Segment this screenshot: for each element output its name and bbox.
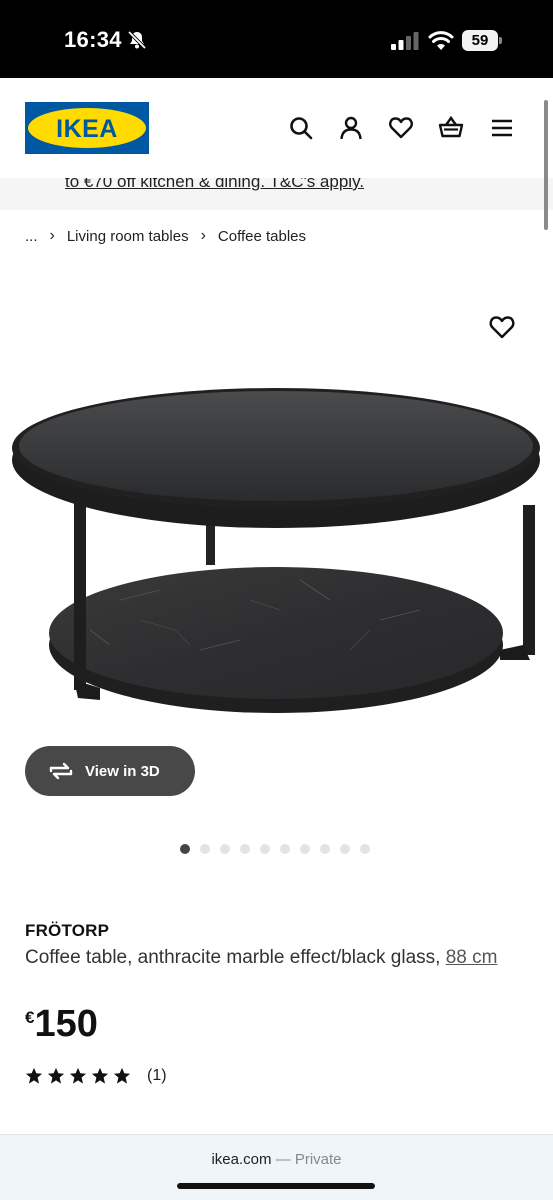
star-icon — [113, 1067, 131, 1084]
review-count[interactable]: (1) — [147, 1067, 167, 1085]
product-name[interactable]: FRÖTORP — [25, 921, 109, 941]
view-in-3d-label: View in 3D — [85, 762, 160, 780]
price-amount: 150 — [34, 1003, 98, 1045]
rotate-3d-icon — [49, 762, 73, 780]
search-icon[interactable] — [288, 115, 314, 141]
status-time: 16:34 — [64, 27, 122, 52]
promo-link[interactable]: to €70 off kitchen & dining. T&C's apply… — [65, 178, 364, 192]
product-description: Coffee table, anthracite marble effect/b… — [25, 945, 530, 971]
url-domain: ikea.com — [211, 1151, 272, 1168]
chevron-right-icon: › — [49, 227, 55, 244]
gallery-dot[interactable] — [200, 844, 210, 854]
promo-banner[interactable]: to €70 off kitchen & dining. T&C's apply… — [0, 178, 553, 210]
page-scrollbar[interactable] — [544, 100, 548, 230]
favorite-heart-icon[interactable] — [488, 314, 516, 340]
gallery-pagination[interactable] — [180, 844, 370, 854]
gallery-dot[interactable] — [340, 844, 350, 854]
star-icon — [91, 1067, 109, 1084]
svg-text:IKEA: IKEA — [56, 115, 118, 143]
basket-icon[interactable] — [438, 115, 464, 141]
product-rating[interactable]: (1) — [25, 1067, 167, 1085]
battery-level: 59 — [462, 30, 498, 51]
breadcrumb: ... › Living room tables › Coffee tables — [25, 226, 306, 246]
gallery-dot[interactable] — [180, 844, 190, 854]
star-icon — [47, 1067, 65, 1084]
url-separator: — — [271, 1151, 295, 1168]
gallery-dot[interactable] — [240, 844, 250, 854]
battery-icon: 59 — [462, 30, 502, 51]
ikea-logo[interactable]: IKEA — [25, 102, 149, 154]
product-image[interactable] — [0, 300, 553, 730]
status-bar: 16:34 59 — [0, 0, 553, 78]
site-header: IKEA — [0, 78, 553, 178]
address-bar[interactable]: ikea.com — Private — [0, 1151, 553, 1168]
user-icon[interactable] — [338, 115, 364, 141]
breadcrumb-coffee-tables[interactable]: Coffee tables — [218, 228, 306, 245]
browser-bottom-bar: ikea.com — Private — [0, 1134, 553, 1200]
star-icon — [25, 1067, 43, 1084]
heart-icon[interactable] — [388, 115, 414, 141]
gallery-dot[interactable] — [260, 844, 270, 854]
gallery-dot[interactable] — [300, 844, 310, 854]
gallery-dot[interactable] — [220, 844, 230, 854]
price-currency: € — [25, 1008, 35, 1027]
wifi-icon — [428, 31, 454, 50]
gallery-dot[interactable] — [280, 844, 290, 854]
star-icon — [69, 1067, 87, 1084]
breadcrumb-ellipsis[interactable]: ... — [25, 228, 38, 245]
product-price: € 150 — [25, 1002, 98, 1046]
private-mode-label: Private — [294, 1151, 342, 1168]
bell-slash-icon — [127, 30, 147, 50]
home-indicator[interactable] — [177, 1183, 375, 1189]
gallery-dot[interactable] — [360, 844, 370, 854]
chevron-right-icon: › — [200, 227, 206, 244]
signal-icon — [391, 32, 419, 50]
view-in-3d-button[interactable]: View in 3D — [25, 746, 195, 796]
product-description-text: Coffee table, anthracite marble effect/b… — [25, 947, 441, 968]
breadcrumb-living-room-tables[interactable]: Living room tables — [67, 228, 189, 245]
menu-icon[interactable] — [489, 115, 515, 141]
gallery-dot[interactable] — [320, 844, 330, 854]
product-size-link[interactable]: 88 cm — [446, 947, 498, 968]
